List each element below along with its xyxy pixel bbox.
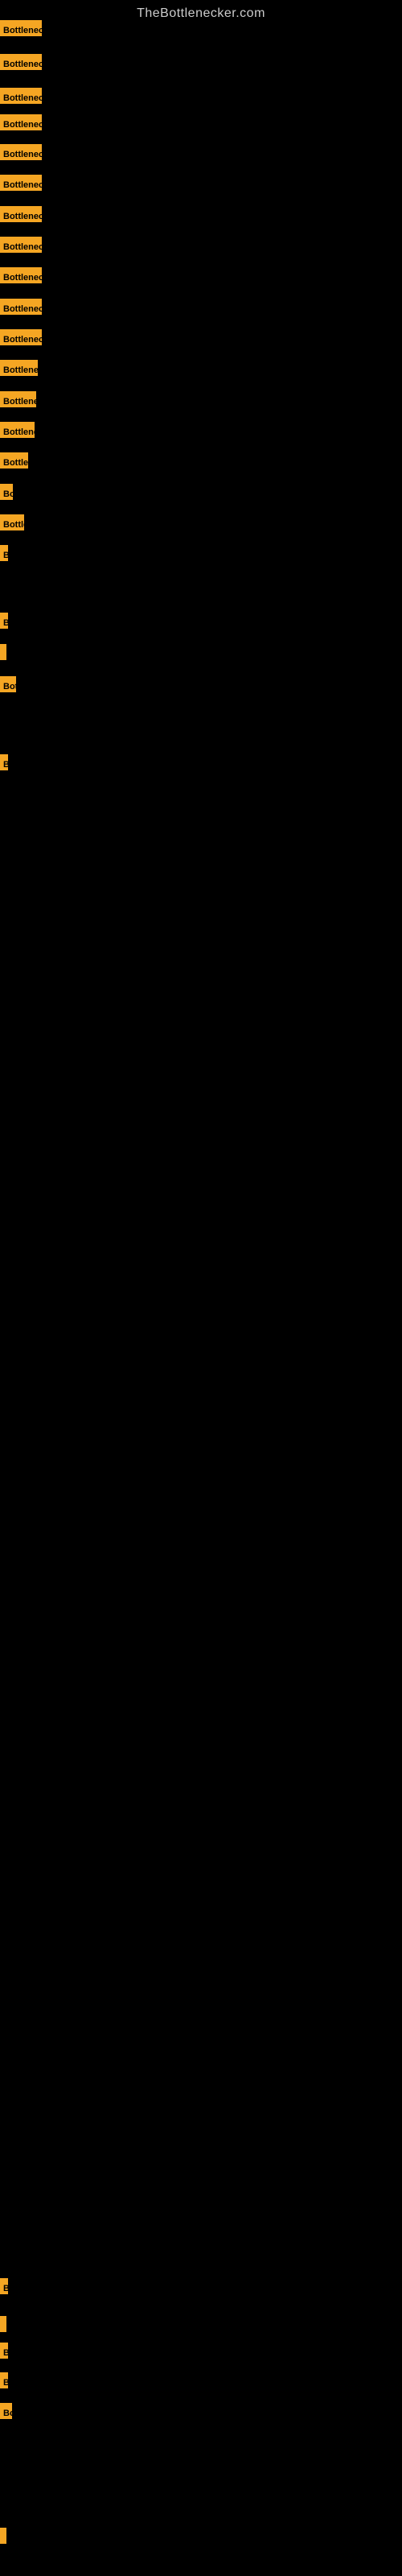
bar-row: Bottleneck result bbox=[0, 20, 42, 36]
bar-row bbox=[0, 2316, 2, 2332]
bar-row: B bbox=[0, 2372, 8, 2388]
bar-label: Bottleneck result bbox=[0, 114, 42, 130]
bar-row: Bottleneck resu bbox=[0, 237, 42, 253]
bar-row: Bottleneck resu bbox=[0, 144, 42, 160]
bar-row bbox=[0, 644, 2, 660]
bar-row: Bottleneck re bbox=[0, 391, 36, 407]
bar-row: B bbox=[0, 2278, 8, 2294]
bar-row: B bbox=[0, 613, 8, 629]
bar-row: Bottleneck resu bbox=[0, 206, 42, 222]
bar-row: Bottleneck res bbox=[0, 299, 42, 315]
bar-row: Bottleneck re bbox=[0, 360, 38, 376]
bar-row: Bottleneck result bbox=[0, 54, 42, 70]
bar-row: Bottleneck result bbox=[0, 114, 42, 130]
bar-label: Bottleneck resu bbox=[0, 267, 42, 283]
site-title: TheBottlenecker.com bbox=[0, 0, 402, 27]
bar-label: Bottleneck resu bbox=[0, 206, 42, 222]
bar-label: Bottleneck re bbox=[0, 391, 36, 407]
bar-label: B bbox=[0, 2372, 8, 2388]
bar-row: Bottleneck result bbox=[0, 88, 42, 104]
bar-label: B bbox=[0, 2343, 8, 2359]
bar-label: Bottleneck res bbox=[0, 299, 42, 315]
bar-label bbox=[0, 644, 6, 660]
bar-row: Bottleneck re bbox=[0, 422, 35, 438]
bar-row: Bottlene bbox=[0, 452, 28, 469]
bar-row: B bbox=[0, 545, 8, 561]
bar-label: Bottleneck re bbox=[0, 360, 38, 376]
bar-row: Bo bbox=[0, 484, 13, 500]
bar-label: B bbox=[0, 754, 8, 770]
bar-row: Bottle bbox=[0, 514, 24, 530]
bar-row bbox=[0, 2528, 2, 2544]
bar-label: Bottlene bbox=[0, 452, 28, 469]
bar-label: Bottleneck result bbox=[0, 88, 42, 104]
bar-label: Bottleneck resu bbox=[0, 144, 42, 160]
bar-label: Bo bbox=[0, 2403, 12, 2419]
bar-row: B bbox=[0, 2343, 8, 2359]
bar-label: Bo bbox=[0, 484, 13, 500]
bar-label: Bottleneck resu bbox=[0, 175, 42, 191]
bar-row: Bottleneck res bbox=[0, 329, 42, 345]
bar-row: Bottleneck resu bbox=[0, 267, 42, 283]
bar-label: Bottleneck resu bbox=[0, 237, 42, 253]
bar-label bbox=[0, 2528, 6, 2544]
bar-label: B bbox=[0, 545, 8, 561]
bar-row: Bottleneck resu bbox=[0, 175, 42, 191]
bar-label: Bottleneck re bbox=[0, 422, 35, 438]
bar-label: B bbox=[0, 2278, 8, 2294]
bar-label: Bottle bbox=[0, 514, 24, 530]
bar-row: Bott bbox=[0, 676, 16, 692]
bar-label: B bbox=[0, 613, 8, 629]
bar-label: Bottleneck result bbox=[0, 20, 42, 36]
bar-label: Bott bbox=[0, 676, 16, 692]
bar-label: Bottleneck res bbox=[0, 329, 42, 345]
bar-row: Bo bbox=[0, 2403, 12, 2419]
bar-row: B bbox=[0, 754, 8, 770]
bar-label bbox=[0, 2316, 6, 2332]
bar-label: Bottleneck result bbox=[0, 54, 42, 70]
